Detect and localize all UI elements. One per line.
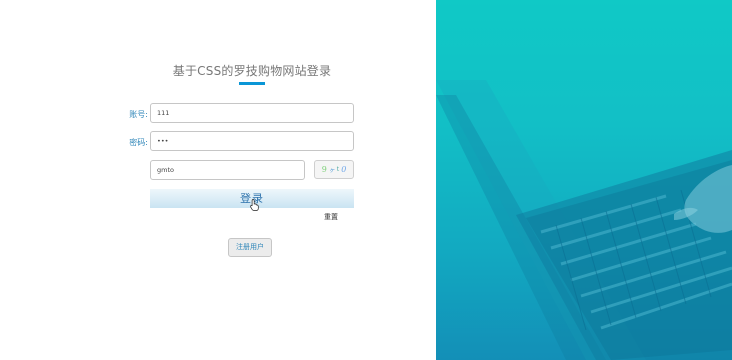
reset-link[interactable]: 重置 bbox=[324, 212, 338, 222]
captcha-char: ヶ bbox=[328, 167, 335, 174]
captcha-char: t bbox=[336, 166, 340, 173]
captcha-input[interactable]: gmto bbox=[150, 160, 305, 180]
password-input[interactable]: ••• bbox=[150, 131, 354, 151]
captcha-image[interactable]: 9 ヶ t 0 bbox=[314, 160, 354, 179]
title-underline bbox=[239, 82, 265, 85]
password-label: 密码: bbox=[129, 138, 148, 147]
username-input[interactable]: 111 bbox=[150, 103, 354, 123]
page-title: 基于CSS的罗技购物网站登录 bbox=[172, 64, 332, 78]
register-button[interactable]: 注册用户 bbox=[228, 238, 272, 257]
hand-pointer-icon bbox=[250, 199, 259, 211]
captcha-char: 9 bbox=[321, 165, 327, 174]
username-label: 账号: bbox=[129, 110, 148, 119]
captcha-char: 0 bbox=[341, 165, 347, 174]
login-panel bbox=[0, 0, 436, 360]
laptop-illustration bbox=[436, 80, 732, 360]
hero-image-laptop bbox=[436, 0, 732, 360]
